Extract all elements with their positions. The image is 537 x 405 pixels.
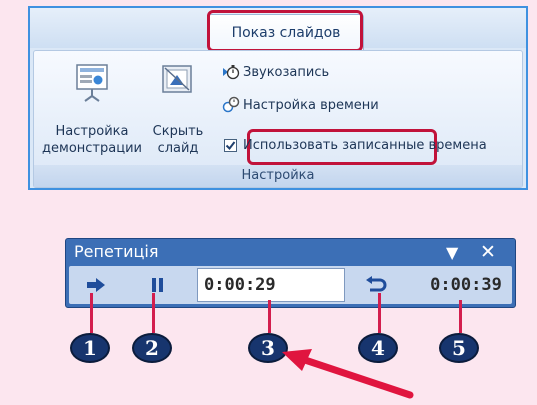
close-icon[interactable]: ✕ — [480, 241, 496, 263]
total-time-display: 0:00:39 — [430, 275, 502, 295]
marker-line-3 — [268, 300, 271, 333]
marker-2: 2 — [132, 333, 172, 363]
pause-button[interactable] — [139, 270, 177, 300]
hide-slide-label-1: Скрыть — [152, 124, 204, 139]
rehearse-timings-icon — [222, 96, 240, 113]
checkmark-icon — [225, 140, 236, 150]
setup-show-icon — [76, 64, 108, 102]
triangle-down-icon[interactable]: ▼ — [446, 243, 458, 262]
next-arrow-icon — [87, 278, 105, 292]
hide-slide-icon — [162, 65, 192, 93]
rehearse-timings-label: Настройка времени — [243, 97, 379, 113]
rehearsal-title: Репетиція — [74, 242, 159, 261]
marker-line-1 — [90, 293, 93, 333]
marker-line-2 — [152, 293, 155, 333]
record-narration-button[interactable]: Звукозапись — [222, 62, 329, 82]
record-narration-label: Звукозапись — [243, 64, 330, 80]
rehearsal-toolbar: Репетиція ▼ ✕ 0:00:29 0:00:39 — [65, 238, 516, 308]
rehearsal-controls: 0:00:29 0:00:39 — [69, 266, 512, 304]
repeat-button[interactable] — [357, 270, 395, 300]
group-label: Настройка — [34, 165, 522, 187]
record-narration-icon — [223, 65, 240, 80]
use-timings-checkbox-row[interactable]: Использовать записанные времена — [224, 135, 487, 155]
pointer-arrow — [282, 349, 414, 399]
use-timings-checkbox[interactable] — [224, 138, 237, 152]
setup-show-label-1: Настройка — [55, 124, 129, 139]
rehearse-timings-button[interactable]: Настройка времени — [222, 95, 379, 115]
marker-line-5 — [459, 300, 462, 333]
slide-time-field[interactable]: 0:00:29 — [197, 268, 345, 302]
pause-icon — [152, 278, 163, 292]
ribbon-group-setup: Настройка демонстрации Скрыть слайд Звук… — [33, 50, 523, 188]
hide-slide-button[interactable]: Скрыть слайд — [148, 63, 208, 157]
setup-show-label-2: демонстрации — [42, 141, 142, 156]
tab-highlight-frame — [207, 10, 363, 52]
next-button[interactable] — [77, 270, 115, 300]
marker-line-4 — [378, 293, 381, 333]
use-timings-label: Использовать записанные времена — [243, 137, 487, 153]
setup-show-button[interactable]: Настройка демонстрации — [40, 63, 144, 157]
hide-slide-label-2: слайд — [157, 141, 199, 156]
repeat-icon — [366, 276, 387, 292]
ribbon-panel: Показ слайдов Настройка демонстрации Скр… — [28, 6, 528, 190]
marker-1: 1 — [70, 333, 110, 363]
marker-5: 5 — [439, 333, 479, 363]
